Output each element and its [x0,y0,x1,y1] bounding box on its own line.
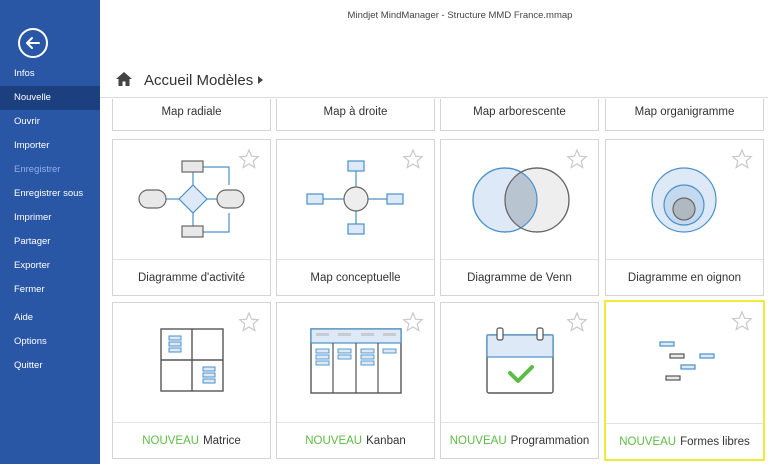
menu-item-quitter[interactable]: Quitter [0,354,100,378]
template-title: Programmation [510,435,590,447]
template-label: Diagramme de Venn [441,259,598,295]
template-map-organigramme[interactable]: Map organigramme [605,99,764,131]
breadcrumb-label[interactable]: Accueil Modèles [144,72,253,89]
template-kanban[interactable]: NOUVEAU Kanban [276,302,435,459]
template-diagramme-venn[interactable]: Diagramme de Venn [440,139,599,296]
matrix-icon [113,303,270,421]
template-label: Map conceptuelle [277,259,434,295]
template-title: Formes libres [680,436,750,448]
new-badge: NOUVEAU [619,436,677,448]
template-programmation[interactable]: NOUVEAU Programmation [440,302,599,459]
template-label: NOUVEAU Matrice [113,422,270,458]
menu-item-fermer[interactable]: Fermer [0,278,100,302]
template-title: Matrice [203,435,241,447]
template-label: Map à droite [323,106,388,118]
template-title: Diagramme en oignon [627,272,742,284]
menu-item-infos[interactable]: Infos [0,62,100,86]
template-matrice[interactable]: NOUVEAU Matrice [112,302,271,459]
menu-item-imprimer[interactable]: Imprimer [0,206,100,230]
menu-item-aide[interactable]: Aide [0,306,100,330]
new-badge: NOUVEAU [449,435,507,447]
template-map-arborescente[interactable]: Map arborescente [440,99,599,131]
template-title: Diagramme de Venn [467,272,572,284]
template-label: Map arborescente [473,106,566,118]
template-map-radiale[interactable]: Map radiale [112,99,271,131]
template-title: Map conceptuelle [310,272,401,284]
menu-item-importer[interactable]: Importer [0,134,100,158]
template-diagramme-activite[interactable]: Diagramme d'activité [112,139,271,296]
template-label: Map organigramme [634,106,735,118]
template-map-conceptuelle[interactable]: Map conceptuelle [276,139,435,296]
kanban-icon [277,303,434,421]
venn-diagram-icon [441,140,598,258]
template-diagramme-oignon[interactable]: Diagramme en oignon [605,139,764,296]
onion-diagram-icon [606,140,763,258]
concept-map-icon [277,140,434,258]
menu-item-ouvrir[interactable]: Ouvrir [0,110,100,134]
menu-item-exporter[interactable]: Exporter [0,254,100,278]
template-label: NOUVEAU Formes libres [606,423,763,459]
menu-item-nouvelle[interactable]: Nouvelle [0,86,100,110]
menu-item-options[interactable]: Options [0,330,100,354]
back-arrow-icon[interactable] [18,28,48,58]
template-title: Diagramme d'activité [137,272,245,284]
home-icon[interactable] [115,71,133,87]
new-badge: NOUVEAU [142,435,200,447]
chevron-right-icon[interactable] [258,76,263,84]
menu-item-enregistrer[interactable]: Enregistrer [0,158,100,182]
template-label: Diagramme d'activité [113,259,270,295]
breadcrumb: Accueil Modèles [100,62,768,98]
freeform-icon [606,302,763,422]
template-gallery: Map radiale Map à droite Map arborescent… [100,99,768,464]
activity-diagram-icon [113,140,270,258]
new-badge: NOUVEAU [305,435,363,447]
template-title: Kanban [366,435,406,447]
template-label: NOUVEAU Kanban [277,422,434,458]
template-map-a-droite[interactable]: Map à droite [276,99,435,131]
template-formes-libres[interactable]: NOUVEAU Formes libres [604,300,765,461]
template-label: NOUVEAU Programmation [441,422,598,458]
backstage-sidebar: Infos Nouvelle Ouvrir Importer Enregistr… [0,0,100,464]
template-label: Map radiale [161,106,222,118]
menu-item-enregistrer-sous[interactable]: Enregistrer sous [0,182,100,206]
calendar-check-icon [441,303,598,421]
menu-item-partager[interactable]: Partager [0,230,100,254]
window-title: Mindjet MindManager - Structure MMD Fran… [347,10,573,21]
template-label: Diagramme en oignon [606,259,763,295]
